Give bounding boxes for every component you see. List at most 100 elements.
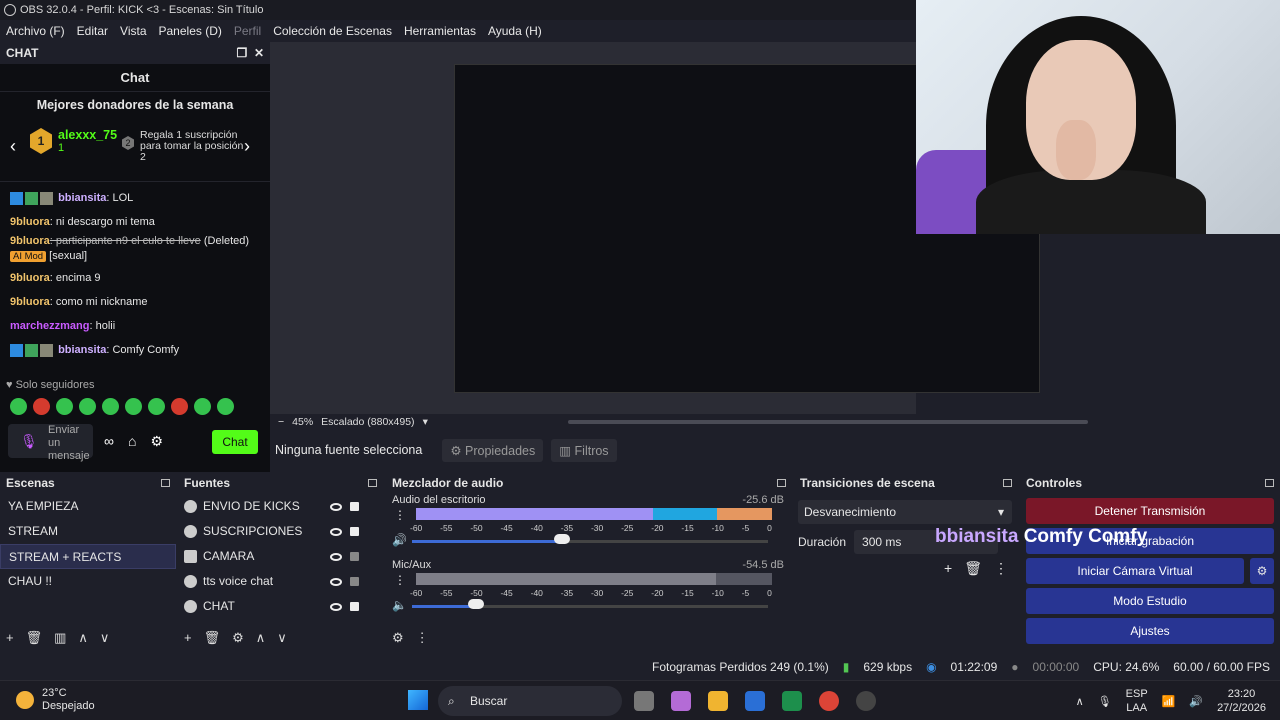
studio-mode-button[interactable]: Modo Estudio: [1026, 588, 1274, 614]
scene-item[interactable]: STREAM: [0, 519, 176, 544]
menu-edit[interactable]: Editar: [71, 24, 114, 38]
clock[interactable]: 23:20 27/2/2026: [1217, 687, 1266, 715]
emote-icon[interactable]: [56, 398, 73, 415]
source-item[interactable]: tts voice chat: [178, 569, 383, 594]
task-view-icon[interactable]: [634, 691, 654, 711]
eye-icon[interactable]: [330, 527, 342, 536]
volume-slider[interactable]: [412, 605, 768, 608]
volume-handle[interactable]: [553, 534, 570, 544]
lock-icon[interactable]: [350, 527, 359, 536]
chat-input[interactable]: 🎙 Enviar un mensaje: [8, 424, 93, 462]
mic-icon[interactable]: 🎙: [20, 433, 38, 450]
unlock-icon[interactable]: [350, 552, 359, 561]
add-icon[interactable]: +: [184, 630, 192, 646]
up-icon[interactable]: ∧: [256, 630, 266, 646]
excel-icon[interactable]: [782, 691, 802, 711]
eye-icon[interactable]: [330, 552, 342, 561]
speaker-icon[interactable]: 🔊: [392, 533, 407, 547]
lock-icon[interactable]: [350, 602, 359, 611]
mic-icon[interactable]: 🎙: [1098, 695, 1112, 708]
filters-button[interactable]: ▥ Filtros: [551, 438, 617, 462]
trash-icon[interactable]: 🗑: [204, 630, 221, 646]
store-icon[interactable]: ⌂: [128, 433, 136, 450]
source-item[interactable]: SUSCRIPCIONES: [178, 519, 383, 544]
more-icon[interactable]: ⋮: [994, 560, 1008, 577]
windows-start-icon[interactable]: [408, 690, 428, 710]
volume-slider[interactable]: [412, 540, 768, 543]
eye-icon[interactable]: [330, 502, 342, 511]
muted-speaker-icon[interactable]: 🔈: [392, 598, 407, 612]
scene-item[interactable]: YA EMPIEZA: [0, 494, 176, 519]
emote-icon[interactable]: [171, 398, 188, 415]
popout-icon[interactable]: [1265, 479, 1274, 487]
add-icon[interactable]: +: [6, 630, 14, 646]
close-icon[interactable]: ✕: [254, 46, 264, 60]
eye-icon[interactable]: [330, 577, 342, 586]
taskbar-search[interactable]: ⌕ Buscar: [438, 686, 622, 716]
volume-handle[interactable]: [468, 599, 485, 609]
properties-button[interactable]: ⚙ Propiedades: [442, 438, 544, 462]
popout-icon[interactable]: [368, 479, 377, 487]
chrome-icon[interactable]: [819, 691, 839, 711]
chat-username[interactable]: bbiansita: [58, 344, 106, 356]
stop-stream-button[interactable]: Detener Transmisión: [1026, 498, 1274, 524]
menu-tools[interactable]: Herramientas: [398, 24, 482, 38]
chat-username[interactable]: 9bluora: [10, 296, 50, 308]
menu-help[interactable]: Ayuda (H): [482, 24, 548, 38]
lock-icon[interactable]: [350, 502, 359, 511]
emote-picker-icon[interactable]: ∞: [104, 433, 114, 450]
emote-icon[interactable]: [194, 398, 211, 415]
zoom-scale[interactable]: Escalado (880x495): [321, 416, 414, 428]
more-icon[interactable]: ⋮: [394, 508, 406, 522]
up-icon[interactable]: ∧: [78, 630, 88, 646]
unlock-icon[interactable]: [350, 577, 359, 586]
chevron-down-icon[interactable]: ▾: [423, 416, 428, 428]
source-item[interactable]: CAMARA: [178, 544, 383, 569]
popout-icon[interactable]: [1003, 479, 1012, 487]
emote-icon[interactable]: [79, 398, 96, 415]
menu-file[interactable]: Archivo (F): [0, 24, 71, 38]
scene-item[interactable]: CHAU !!: [0, 569, 176, 594]
chat-username[interactable]: 9bluora: [10, 216, 50, 228]
more-icon[interactable]: ⋮: [416, 630, 429, 646]
chat-username[interactable]: bbiansita: [58, 192, 106, 204]
emote-icon[interactable]: [125, 398, 142, 415]
trash-icon[interactable]: 🗑: [26, 630, 43, 646]
settings-button[interactable]: Ajustes: [1026, 618, 1274, 644]
minus-icon[interactable]: −: [278, 416, 284, 428]
down-icon[interactable]: ∨: [100, 630, 110, 646]
gear-icon[interactable]: ⚙: [232, 630, 244, 646]
source-item[interactable]: ENVIO DE KICKS: [178, 494, 383, 519]
weather-widget[interactable]: 23°C Despejado: [16, 687, 95, 713]
down-icon[interactable]: ∨: [277, 630, 287, 646]
emote-icon[interactable]: [102, 398, 119, 415]
start-virtualcam-button[interactable]: Iniciar Cámara Virtual: [1026, 558, 1244, 584]
source-item[interactable]: CHAT: [178, 594, 383, 619]
emote-icon[interactable]: [10, 398, 27, 415]
eye-icon[interactable]: [330, 602, 342, 611]
word-icon[interactable]: [745, 691, 765, 711]
popout-icon[interactable]: [777, 479, 786, 487]
menu-docks[interactable]: Paneles (D): [153, 24, 228, 38]
popout-icon[interactable]: [161, 479, 170, 487]
wifi-icon[interactable]: 📶: [1162, 695, 1176, 708]
chat-username[interactable]: 9bluora: [10, 235, 50, 247]
language-indicator[interactable]: ESP LAA: [1126, 687, 1148, 715]
add-icon[interactable]: +: [944, 560, 952, 577]
chevron-left-icon[interactable]: ‹: [10, 136, 16, 157]
popout-icon[interactable]: ❐: [237, 46, 248, 60]
obs-icon[interactable]: [856, 691, 876, 711]
advanced-audio-icon[interactable]: ⚙: [392, 630, 404, 646]
gear-icon[interactable]: ⚙: [150, 433, 163, 450]
menu-view[interactable]: Vista: [114, 24, 152, 38]
chevron-up-icon[interactable]: ∧: [1076, 695, 1084, 708]
filter-icon[interactable]: ▥: [54, 630, 66, 646]
emote-icon[interactable]: [217, 398, 234, 415]
preview-scrollbar[interactable]: [567, 420, 1088, 424]
menu-scene-collection[interactable]: Colección de Escenas: [267, 24, 398, 38]
gear-icon[interactable]: ⚙: [1250, 558, 1274, 584]
transition-select[interactable]: Desvanecimiento: [798, 500, 1012, 524]
file-explorer-icon[interactable]: [708, 691, 728, 711]
send-chat-button[interactable]: Chat: [212, 430, 258, 454]
chat-username[interactable]: marchezzmang: [10, 320, 89, 332]
